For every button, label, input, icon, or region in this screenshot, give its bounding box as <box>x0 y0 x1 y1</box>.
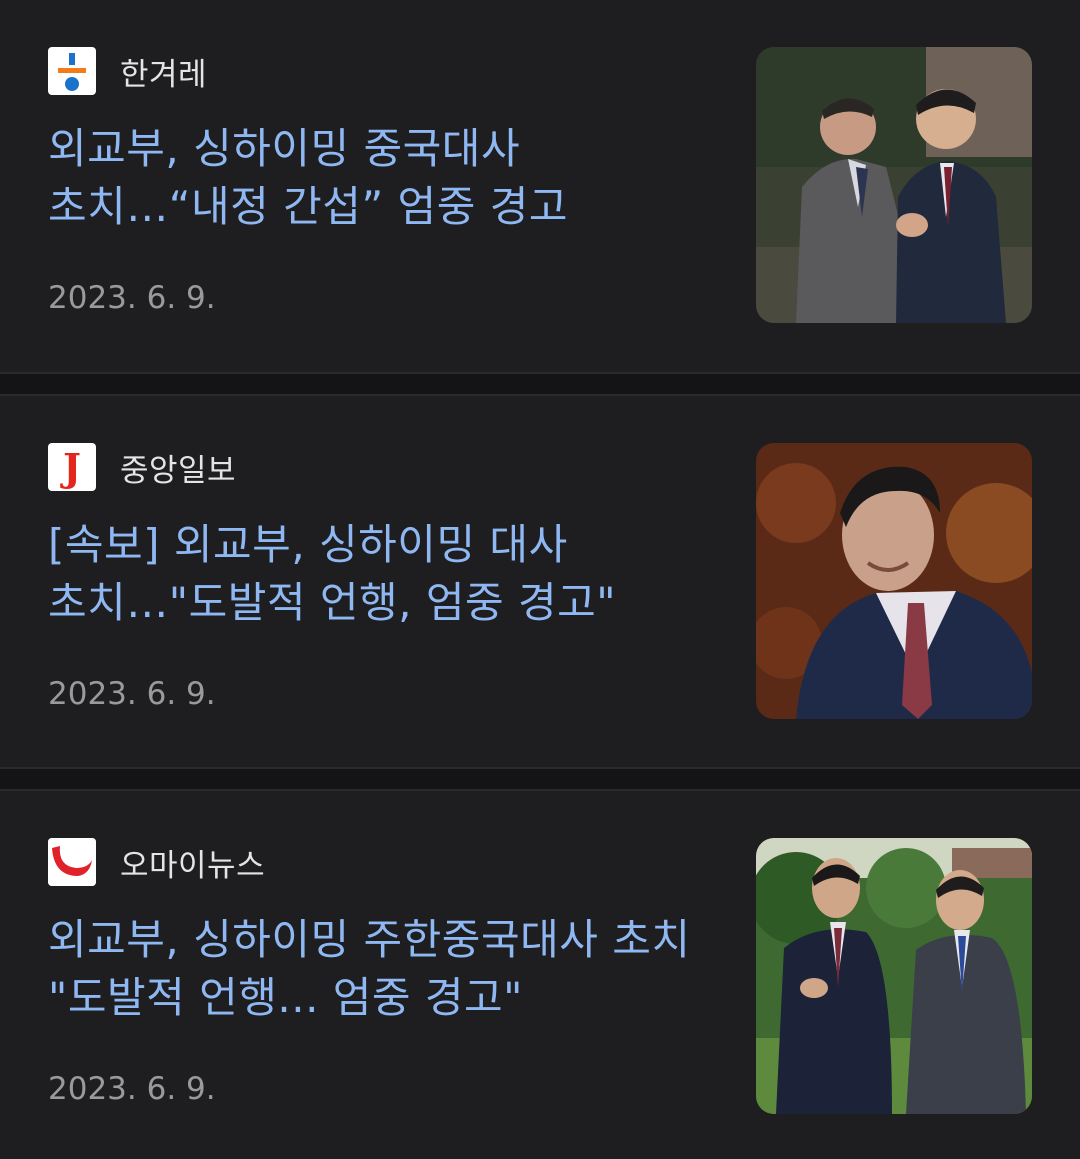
headline-link[interactable]: 외교부, 싱하이밍 중국대사 초치…“내정 간섭” 엄중 경고 <box>48 120 708 236</box>
news-source[interactable]: 한겨레 <box>48 47 207 95</box>
source-name: 중앙일보 <box>120 452 237 489</box>
news-card[interactable]: 오마이뉴스 외교부, 싱하이밍 주한중국대사 초치 "도발적 언행... 엄중 … <box>0 791 1080 1159</box>
publish-date: 2023. 6. 9. <box>48 676 216 712</box>
two-men-garden-photo[interactable] <box>756 838 1032 1114</box>
source-name: 오마이뉴스 <box>120 847 266 884</box>
two-men-handshake-photo[interactable] <box>756 47 1032 323</box>
card-separator <box>0 767 1080 791</box>
headline-link[interactable]: 외교부, 싱하이밍 주한중국대사 초치 "도발적 언행... 엄중 경고" <box>48 911 708 1027</box>
card-separator <box>0 372 1080 396</box>
headline-link[interactable]: [속보] 외교부, 싱하이밍 대사 초치…"도발적 언행, 엄중 경고" <box>48 516 708 632</box>
news-card[interactable]: J 중앙일보 [속보] 외교부, 싱하이밍 대사 초치…"도발적 언행, 엄중 … <box>0 396 1080 768</box>
ambassador-portrait-photo[interactable] <box>756 443 1032 719</box>
ohmynews-logo-icon <box>48 838 96 886</box>
news-card[interactable]: 한겨레 외교부, 싱하이밍 중국대사 초치…“내정 간섭” 엄중 경고 2023… <box>0 0 1080 372</box>
source-name: 한겨레 <box>120 56 208 93</box>
news-feed: 한겨레 외교부, 싱하이밍 중국대사 초치…“내정 간섭” 엄중 경고 2023… <box>0 0 1080 1159</box>
hankyoreh-logo-icon <box>48 47 96 95</box>
news-source[interactable]: J 중앙일보 <box>48 443 236 491</box>
publish-date: 2023. 6. 9. <box>48 280 216 316</box>
joongang-logo-icon: J <box>48 443 96 491</box>
news-source[interactable]: 오마이뉴스 <box>48 838 265 886</box>
publish-date: 2023. 6. 9. <box>48 1071 216 1107</box>
